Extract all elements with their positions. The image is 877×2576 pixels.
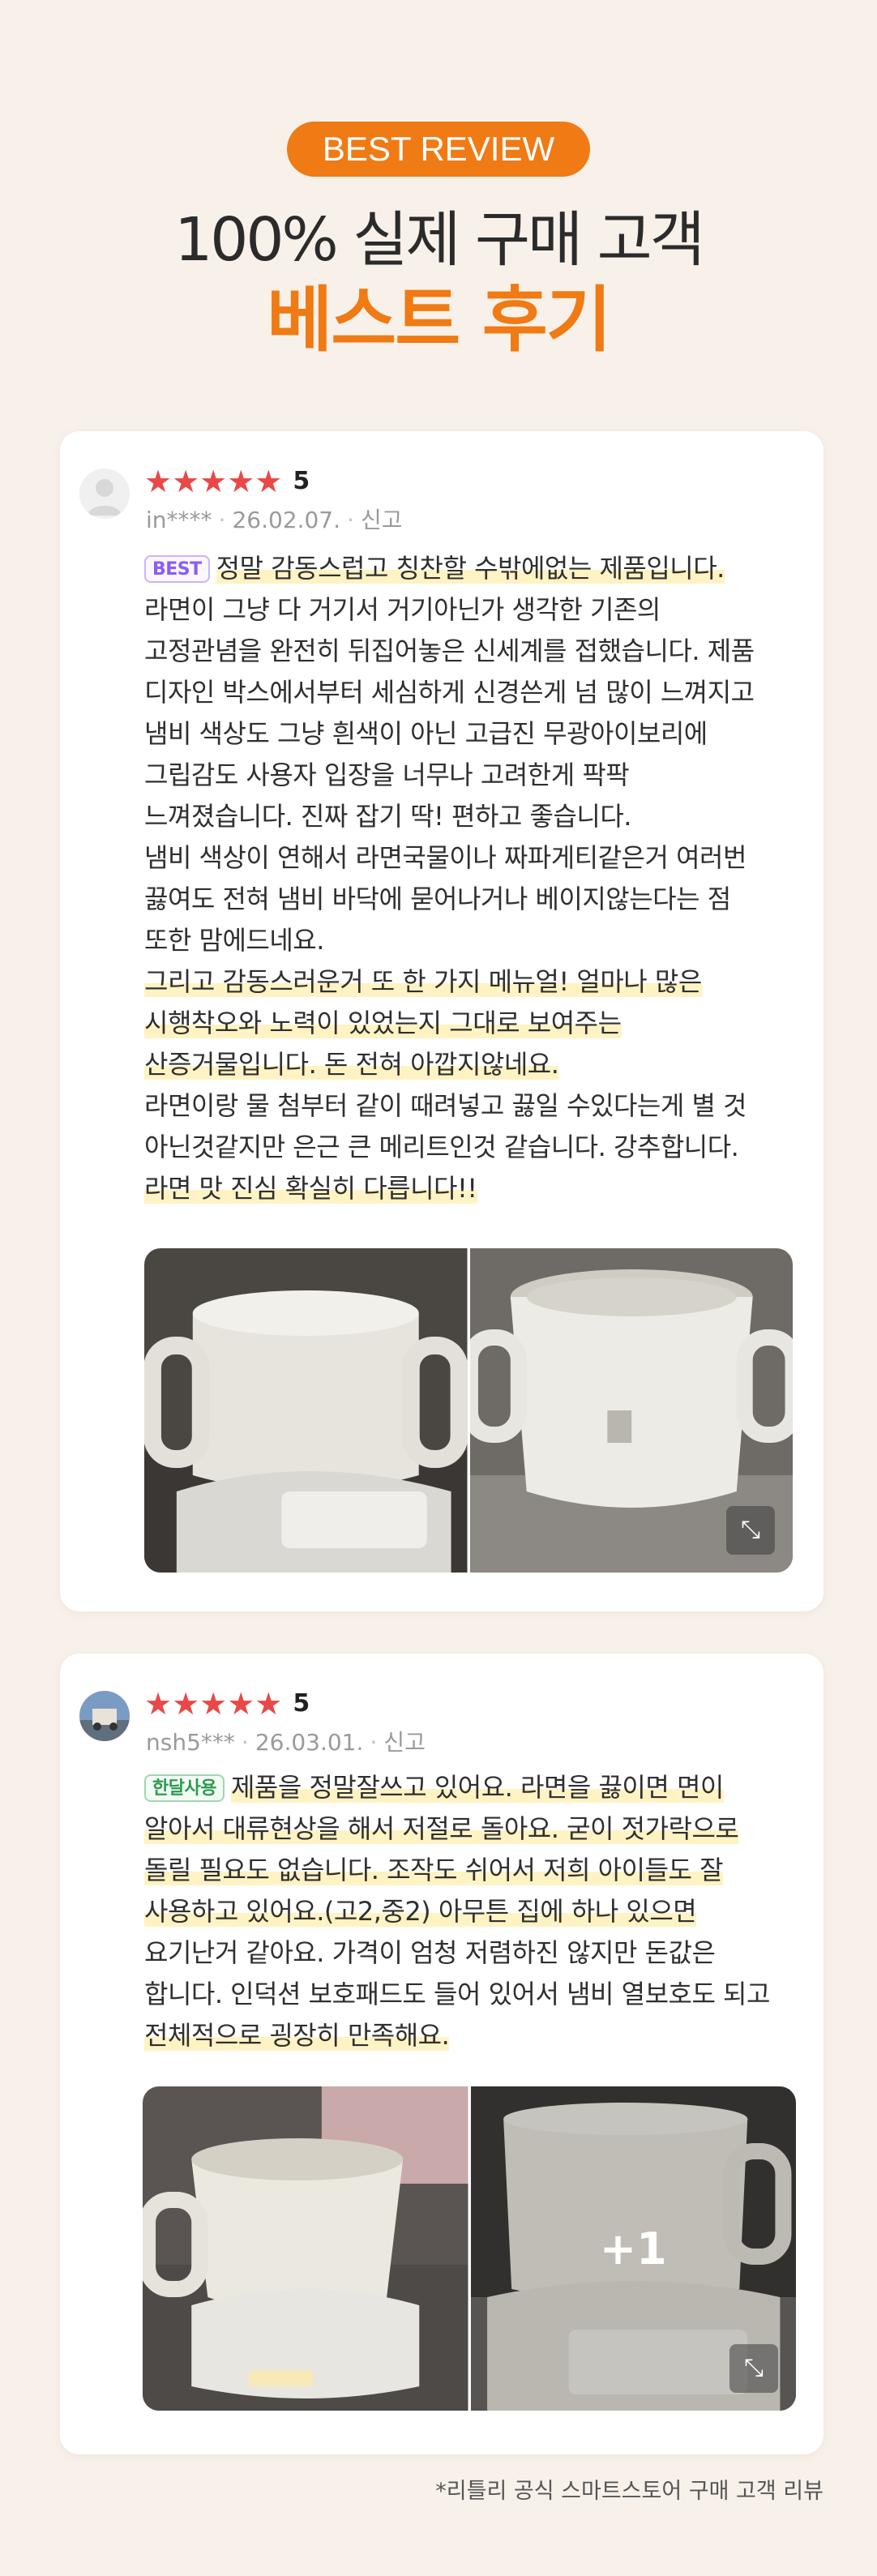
review-line: 냄비 색상도 그냥 흰색이 아닌 고급진 무광아이보리에	[144, 718, 708, 749]
rating-stars: ★★★★★ 5	[144, 465, 310, 498]
review-photos: +1 ⤡	[143, 2086, 796, 2411]
page-title: 100% 실제 구매 고객	[174, 205, 705, 275]
review-line: 시행착오와 노력이 있었는지 그대로 보여주는	[144, 1008, 622, 1038]
reviewer-name: in****	[146, 507, 212, 533]
review-line: 라면이랑 물 첨부터 같이 때려넣고 끓일 수있다는게 별 것	[144, 1090, 747, 1121]
rating-score: 5	[293, 1689, 310, 1718]
review-meta: in**** · 26.02.07. · 신고	[146, 507, 403, 533]
review-line: 그리고 감동스러운거 또 한 가지 메뉴얼! 얼마나 많은	[144, 966, 702, 997]
expand-icon[interactable]: ⤡	[726, 1506, 775, 1555]
review-card: ★★★★★ 5 in**** · 26.02.07. · 신고 BEST 정말 감동스럽고…	[60, 431, 824, 1611]
review-line: 한달사용 제품을 정말잘쓰고 있어요. 라면을 끓이면 면이	[144, 1767, 809, 1808]
review-card: ★★★★★ 5 nsh5*** · 26.03.01. · 신고 한달사용 제품을 정말잘…	[60, 1654, 824, 2454]
review-photo[interactable]: +1 ⤡	[470, 2086, 796, 2411]
review-line: 산증거물입니다. 돈 전혀 아깝지않네요.	[144, 1049, 559, 1080]
star-icon: ★★★★★	[144, 1686, 283, 1722]
review-text: BEST 정말 감동스럽고 칭찬할 수밖에없는 제품입니다. 라면이 그냥 다 거…	[144, 548, 809, 1209]
month-use-badge: 한달사용	[144, 1774, 225, 1802]
review-line: 사용하고 있어요.(고2,중2) 아무튼 집에 하나 있으면	[144, 1896, 697, 1927]
review-photos: ⤡	[144, 1248, 793, 1573]
review-line: 라면 맛 진심 확실히 다릅니다!!	[144, 1173, 477, 1204]
star-icon: ★★★★★	[144, 464, 283, 499]
review-line: 끓여도 전혀 냄비 바닥에 묻어나거나 베이지않는다는 점	[144, 884, 731, 914]
review-line: 요기난거 같아요. 가격이 엄청 저렴하진 않지만 돈값은	[144, 1937, 716, 1968]
review-line: 그립감도 사용자 입장을 너무나 고려한게 팍팍	[144, 760, 630, 790]
review-date: 26.03.01.	[255, 1729, 364, 1756]
review-line: 디자인 박스에서부터 세심하게 신경쓴게 넘 많이 느껴지고	[144, 677, 755, 708]
expand-icon[interactable]: ⤡	[729, 2344, 778, 2393]
profile-photo	[79, 1691, 130, 1741]
report-link[interactable]: 신고	[383, 1729, 426, 1756]
reviewer-name: nsh5***	[146, 1729, 235, 1756]
review-line: 알아서 대류현상을 해서 저절로 돌아요. 굳이 젓가락으로	[144, 1813, 739, 1844]
review-text: 한달사용 제품을 정말잘쓰고 있어요. 라면을 끓이면 면이 알아서 대류현상을 …	[144, 1767, 809, 2056]
rating-stars: ★★★★★ 5	[144, 1688, 310, 1720]
review-date: 26.02.07.	[232, 507, 341, 533]
review-line: 아닌것같지만 은근 큰 메리트인것 같습니다. 강추합니다.	[144, 1132, 739, 1162]
best-review-pill: BEST REVIEW	[287, 122, 590, 177]
best-badge: BEST	[144, 555, 210, 583]
page-title-accent: 베스트 후기	[267, 278, 611, 362]
review-line: BEST 정말 감동스럽고 칭찬할 수밖에없는 제품입니다.	[144, 548, 809, 589]
review-line: 돌릴 필요도 없습니다. 조작도 쉬어서 저희 아이들도 잘	[144, 1855, 724, 1885]
review-line: 합니다. 인덕션 보호패드도 들어 있어서 냄비 열보호도 되고	[144, 1979, 770, 2009]
rating-score: 5	[293, 467, 310, 495]
review-photo[interactable]	[144, 1248, 468, 1573]
review-line: 냄비 색상이 연해서 라면국물이나 짜파게티같은거 여러번	[144, 842, 747, 873]
review-line: 전체적으로 굉장히 만족해요.	[144, 2020, 450, 2051]
report-link[interactable]: 신고	[361, 507, 403, 533]
review-line: 라면이 그냥 다 거기서 거기아닌가 생각한 기존의	[144, 594, 661, 625]
review-line: 느껴졌습니다. 진짜 잡기 딱! 편하고 좋습니다.	[144, 801, 631, 832]
review-line: 또한 맘에드네요.	[144, 925, 324, 956]
review-photo[interactable]: ⤡	[469, 1248, 793, 1573]
review-line: 고정관념을 완전히 뒤집어놓은 신세계를 접했습니다. 제품	[144, 635, 755, 666]
review-photo[interactable]	[143, 2086, 468, 2411]
footer-note: *리틀리 공식 스마트스토어 구매 고객 리뷰	[435, 2479, 824, 2504]
default-user-icon	[79, 469, 130, 519]
review-meta: nsh5*** · 26.03.01. · 신고	[146, 1729, 426, 1756]
